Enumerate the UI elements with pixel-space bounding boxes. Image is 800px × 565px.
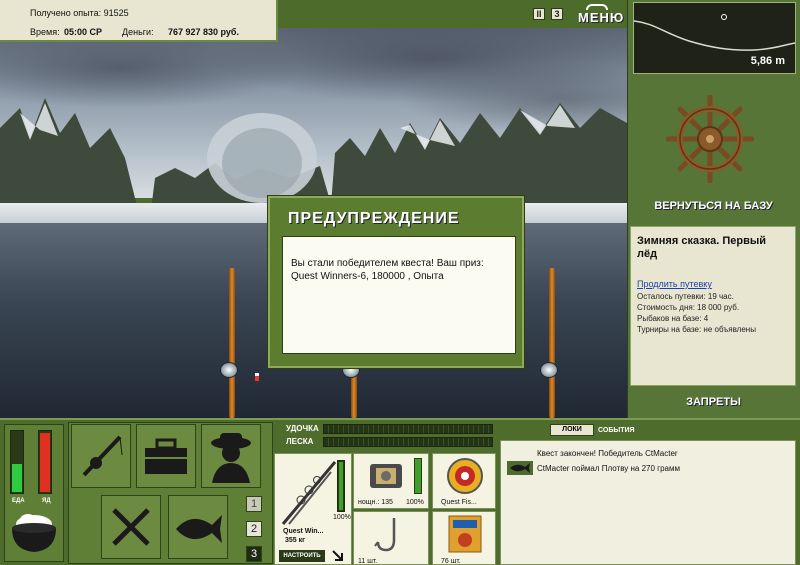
line-tension-bar: [323, 437, 493, 447]
extend-permit-link[interactable]: Продлить путевку: [637, 279, 789, 289]
float-marker-icon: [721, 14, 727, 20]
dialog-message: Вы стали победителем квеста! Ваш приз: Q…: [282, 236, 516, 354]
ship-wheel-icon[interactable]: [666, 95, 754, 183]
event-line-2: CtMacter поймал Плотву на 270 грамм: [537, 464, 680, 473]
setup-button[interactable]: НАСТРОИТЬ: [279, 550, 325, 562]
base-title: Зимняя сказка. Первый лёд: [637, 235, 767, 260]
rod-condition-fill: [339, 462, 343, 510]
hook-slot[interactable]: 11 шт.: [353, 511, 429, 565]
reel-icon: [370, 464, 402, 488]
bait-pack-icon: [448, 515, 482, 553]
events-log[interactable]: Квест закончен! Победитель CtMacter CtMa…: [500, 440, 796, 565]
events-tab-label[interactable]: СОБЫТИЯ: [598, 427, 635, 434]
sound-button[interactable]: 3: [551, 8, 563, 20]
events-header: ЛОКИ СОБЫТИЯ: [550, 424, 635, 436]
rod-reel-1[interactable]: [220, 362, 238, 378]
game-screen: Получено опыта: 91525 Время: 05:00 СР Де…: [0, 0, 800, 565]
exp-value: 91525: [103, 8, 129, 18]
slot-1-button[interactable]: 1: [246, 496, 262, 512]
rod-slot[interactable]: 100% Quest Win... 355 кг НАСТРОИТЬ: [274, 453, 352, 565]
food-button[interactable]: [101, 495, 161, 559]
logs-tab[interactable]: ЛОКИ: [550, 424, 594, 436]
rod-name: Quest Win...: [283, 528, 324, 535]
bait-caption: 76 шт.: [441, 558, 461, 565]
hook-caption: 11 шт.: [358, 558, 378, 565]
food-bar: [10, 430, 24, 494]
slot-3-button[interactable]: 3: [246, 546, 262, 562]
slot-2-button[interactable]: 2: [246, 521, 262, 537]
hook-icon: [374, 518, 396, 552]
top-controls: II 3: [533, 6, 563, 22]
day-cost: Стоимость дня: 18 000 руб.: [637, 303, 740, 312]
poison-bar-fill: [40, 433, 50, 492]
food-label: ЕДА: [12, 498, 25, 504]
fish-icon: [176, 515, 222, 543]
character-button[interactable]: [201, 424, 261, 488]
depth-value: 5,86 m: [750, 55, 785, 67]
fork-knife-icon: [112, 508, 150, 546]
rod-reel-3[interactable]: [540, 362, 558, 378]
player-info-panel: Получено опыта: 91525 Время: 05:00 СР Де…: [0, 0, 278, 42]
food-bar-fill: [12, 464, 22, 492]
permit-remaining: Осталось путевки: 19 час.: [637, 292, 734, 301]
depth-sonar: 5,86 m: [633, 2, 796, 74]
money-value: 767 927 830 руб.: [168, 27, 239, 37]
rod-icon: [281, 461, 337, 525]
arrow-down-right-icon[interactable]: [331, 549, 345, 563]
line-label: ЛЕСКА: [286, 437, 314, 446]
cauldron-icon[interactable]: [8, 510, 60, 556]
rod-weight: 355 кг: [285, 537, 306, 544]
dialog-title: ПРЕДУПРЕЖДЕНИЕ: [288, 210, 460, 227]
line-caption: Quest Fis...: [441, 499, 477, 506]
time-value: 05:00 СР: [64, 27, 103, 37]
fishing-rod-1[interactable]: [229, 268, 235, 418]
fishing-rod-3[interactable]: [549, 268, 555, 418]
float-bobber[interactable]: [255, 373, 259, 381]
exp-label: Получено опыта:: [30, 8, 102, 18]
fishers-count: Рыбаков на базе: 4: [637, 314, 709, 323]
reel-condition: 100%: [406, 499, 424, 506]
tackle-box-icon: [145, 438, 187, 474]
fish-cage-button[interactable]: [168, 495, 228, 559]
rod-condition: 100%: [333, 514, 351, 521]
fisherman-icon: [211, 433, 251, 483]
fish-event-icon: [507, 461, 533, 475]
money-label: Деньги:: [122, 27, 154, 37]
menu-button[interactable]: МЕНЮ: [578, 4, 624, 25]
fishing-rod-icon: [82, 435, 123, 477]
event-line-1: Квест закончен! Победитель CtMacter: [537, 449, 678, 458]
tackle-button[interactable]: [71, 424, 131, 488]
rod-label: УДОЧКА: [286, 424, 319, 433]
dialog-message-text: Вы стали победителем квеста! Ваш приз: Q…: [291, 258, 484, 282]
reel-condition-bar: [414, 458, 422, 494]
bait-slot[interactable]: 76 шт.: [432, 511, 496, 565]
return-to-base-button[interactable]: ВЕРНУТЬСЯ НА БАЗУ: [627, 200, 800, 212]
line-slot[interactable]: Quest Fis...: [432, 453, 496, 509]
time-label: Время:: [30, 27, 60, 37]
menu-label: МЕНЮ: [578, 10, 625, 25]
reel-condition-fill: [415, 459, 421, 493]
tackle-box-button[interactable]: [136, 424, 196, 488]
tournaments-status: Турниры на базе: не объявлены: [637, 325, 756, 334]
pause-button[interactable]: II: [533, 8, 545, 20]
bans-button[interactable]: ЗАПРЕТЫ: [627, 396, 800, 408]
reel-caption: нощн.: 135: [358, 499, 393, 506]
warning-dialog[interactable]: ПРЕДУПРЕЖДЕНИЕ Вы стали победителем квес…: [268, 196, 524, 368]
line-spool-icon: [447, 458, 483, 494]
rod-condition-bar: [337, 460, 345, 512]
rod-strength-bar: [323, 424, 493, 434]
base-info-panel: Зимняя сказка. Первый лёд Продлить путев…: [630, 226, 796, 386]
poison-label: ЯД: [42, 498, 51, 504]
reel-slot[interactable]: нощн.: 135 100%: [353, 453, 429, 509]
poison-bar: [38, 430, 52, 494]
